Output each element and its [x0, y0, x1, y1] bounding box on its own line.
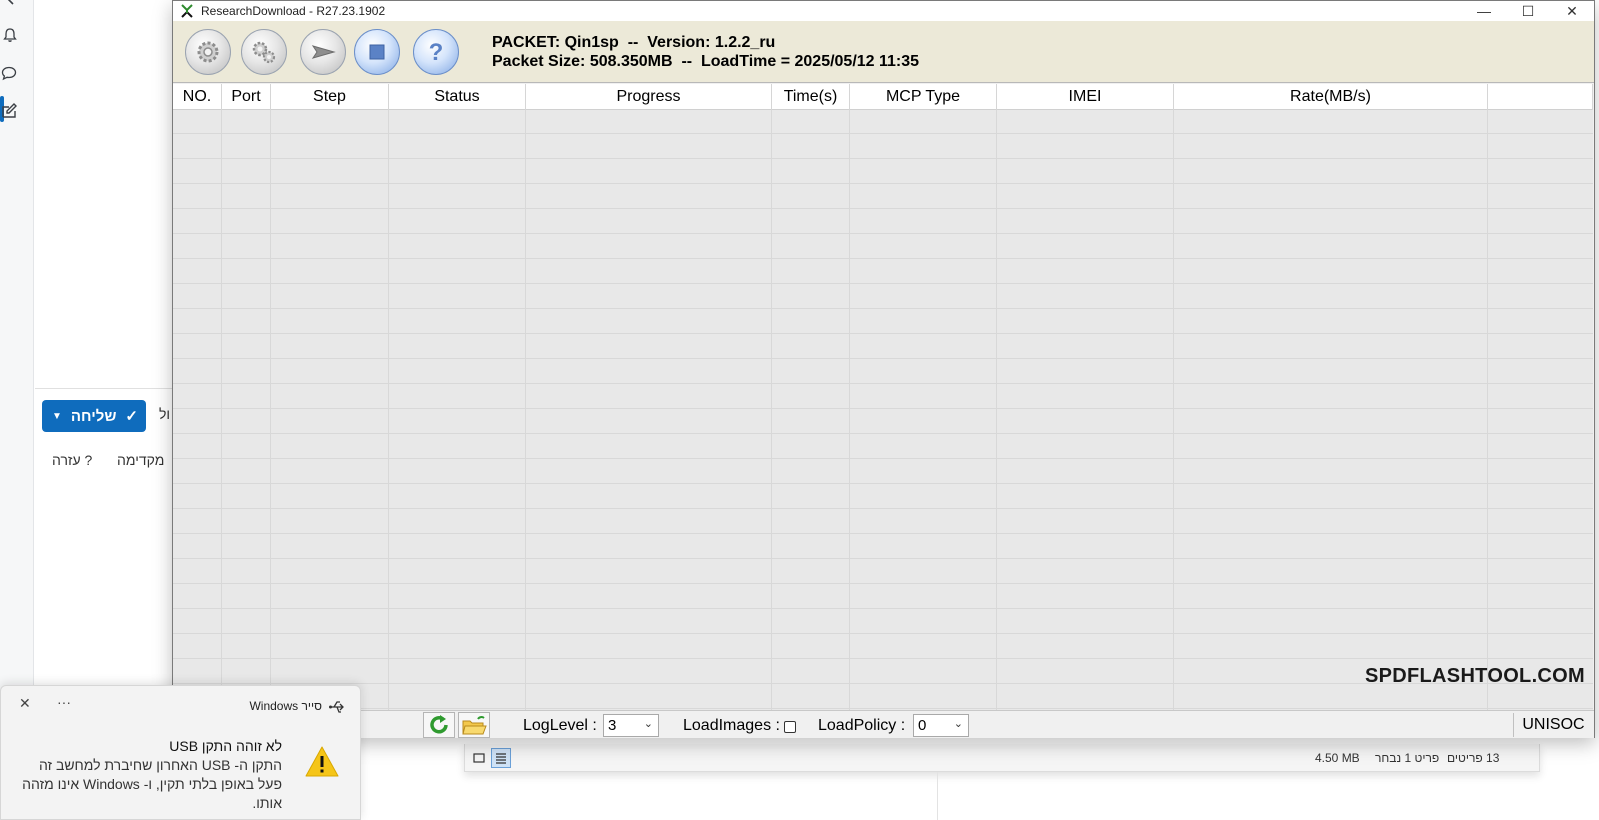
notification-body: התקן ה- USB האחרון שחיברת למחשב זה פעל ב…: [22, 757, 282, 811]
chevron-down-icon: ⌄: [643, 718, 653, 730]
compose-icon[interactable]: [0, 102, 18, 120]
status-bar: LogLevel : 3 ⌄ LoadImages : LoadPolicy :…: [173, 710, 1594, 738]
column-divider: [996, 110, 997, 710]
log-level-label: LogLevel :: [523, 717, 597, 734]
column-header[interactable]: MCP Type: [850, 84, 997, 110]
open-folder-icon: [462, 716, 487, 735]
stop-icon: [369, 44, 385, 60]
column-divider: [849, 110, 850, 710]
gear-icon: [197, 41, 219, 63]
column-header[interactable]: Progress: [526, 84, 772, 110]
help-button[interactable]: ?: [413, 29, 459, 75]
column-header[interactable]: Rate(MB/s): [1174, 84, 1488, 110]
load-policy-value: 0: [918, 717, 927, 734]
close-button[interactable]: ✕: [1550, 1, 1594, 21]
packet-info: PACKET: Qin1sp -- Version: 1.2.2_ru: [492, 34, 776, 51]
explorer-count: 13 פריטים: [1447, 751, 1500, 765]
usb-notification[interactable]: סייר Windows ··· ✕ לא זוהה התקן USB התקן…: [0, 685, 361, 820]
warning-icon: [305, 746, 339, 777]
background-left-rail: [0, 0, 34, 690]
start-button[interactable]: [300, 29, 346, 75]
list-view-icon: [496, 753, 506, 764]
help-link[interactable]: ? עזרה: [52, 452, 92, 468]
send-dropdown-icon[interactable]: ▼: [52, 411, 62, 422]
check-icon: ✓: [125, 408, 138, 425]
research-download-window: ResearchDownload - R27.23.1902 — ☐ ✕ ? P…: [172, 0, 1595, 738]
bell-icon[interactable]: [1, 26, 19, 44]
explorer-selected: פריט 1 נבחר: [1375, 751, 1440, 765]
watermark: SPDFLASHTOOL.COM: [1365, 665, 1585, 687]
vendor-label: UNISOC: [1513, 713, 1593, 737]
svg-text:?: ?: [429, 39, 444, 66]
notification-app-name: סייר Windows: [249, 699, 322, 713]
column-divider: [525, 110, 526, 710]
advanced-link[interactable]: מקדימה: [117, 452, 164, 468]
column-header[interactable]: NO.: [173, 84, 222, 110]
compose-divider: [35, 388, 175, 389]
play-icon: [311, 45, 336, 59]
toolbar: ? PACKET: Qin1sp -- Version: 1.2.2_ru Pa…: [173, 21, 1594, 83]
column-divider: [270, 110, 271, 710]
column-divider: [221, 110, 222, 710]
log-level-value: 3: [608, 717, 617, 734]
column-header[interactable]: Port: [222, 84, 271, 110]
usb-icon: [329, 701, 344, 713]
load-images-label: LoadImages :: [683, 717, 780, 734]
column-header[interactable]: Status: [389, 84, 526, 110]
packet-size-info: Packet Size: 508.350MB -- LoadTime = 202…: [492, 53, 920, 70]
log-level-select[interactable]: 3 ⌄: [603, 714, 659, 737]
chat-icon[interactable]: [0, 64, 18, 82]
column-divider: [388, 110, 389, 710]
maximize-button[interactable]: ☐: [1506, 1, 1550, 21]
column-divider: [771, 110, 772, 710]
chevron-down-icon: ⌄: [953, 718, 963, 730]
load-policy-label: LoadPolicy :: [818, 717, 906, 734]
column-header[interactable]: IMEI: [997, 84, 1174, 110]
help-icon: ?: [429, 39, 444, 66]
advanced-settings-button[interactable]: [241, 29, 287, 75]
window-title: ResearchDownload - R27.23.1902: [201, 4, 386, 18]
explorer-status-bar: 4.50 MB פריט 1 נבחר 13 פריטים: [464, 744, 1540, 772]
details-view-button[interactable]: [469, 748, 489, 768]
column-header[interactable]: Time(s): [772, 84, 850, 110]
stop-button[interactable]: [354, 29, 400, 75]
explorer-size: 4.50 MB: [1315, 751, 1360, 765]
background-divider: [937, 772, 938, 820]
truncated-text: ול: [159, 406, 171, 422]
tiles-view-icon: [473, 753, 485, 763]
back-arrow-icon[interactable]: [2, 0, 20, 8]
device-grid[interactable]: NO. Port Step Status Progress Time(s) MCP Type…: [173, 84, 1593, 710]
notification-close-button[interactable]: ✕: [19, 695, 31, 712]
grid-header: NO. Port Step Status Progress Time(s) MCP Type…: [173, 84, 1593, 110]
gears-icon: [252, 41, 276, 64]
column-divider: [1487, 110, 1488, 710]
list-view-button[interactable]: [491, 748, 511, 768]
load-images-checkbox[interactable]: [784, 721, 796, 733]
send-label: שליחה: [70, 407, 117, 425]
refresh-icon: [430, 715, 448, 734]
settings-button[interactable]: [185, 29, 231, 75]
column-header[interactable]: [1488, 84, 1593, 110]
app-logo-icon: [181, 4, 193, 18]
more-options-button[interactable]: ···: [57, 694, 71, 710]
reload-button[interactable]: [423, 712, 455, 738]
column-divider: [1173, 110, 1174, 710]
title-bar[interactable]: ResearchDownload - R27.23.1902 — ☐ ✕: [173, 1, 1594, 21]
column-header[interactable]: Step: [271, 84, 389, 110]
notification-title: לא זוהה התקן USB: [169, 738, 282, 754]
minimize-button[interactable]: —: [1462, 1, 1506, 21]
send-button[interactable]: ▼ שליחה ✓: [42, 400, 146, 432]
load-policy-select[interactable]: 0 ⌄: [913, 714, 969, 737]
open-folder-button[interactable]: [458, 712, 490, 738]
